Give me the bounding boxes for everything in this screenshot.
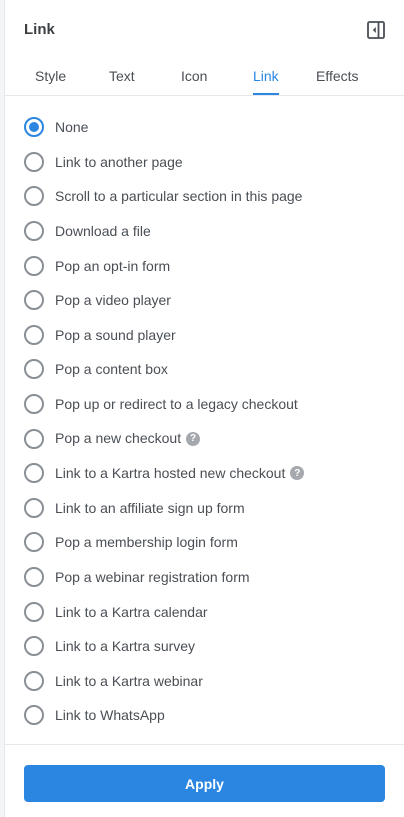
help-icon[interactable]: ? — [290, 466, 305, 481]
panel-title: Link — [24, 21, 55, 38]
link-option-text: Pop a membership login form — [55, 534, 238, 551]
radio-unchecked[interactable] — [24, 428, 44, 449]
link-option-text: Pop an opt-in form — [55, 257, 171, 274]
radio-unchecked[interactable] — [24, 705, 44, 726]
help-icon[interactable]: ? — [186, 431, 201, 446]
link-option-label: Pop a sound player — [55, 327, 176, 343]
link-option[interactable]: Pop up or redirect to a legacy checkout — [5, 387, 404, 422]
link-option[interactable]: None — [5, 110, 404, 145]
link-option[interactable]: Link to a Kartra survey — [5, 629, 404, 664]
tab-bar: Style Text Icon Link Effects — [5, 60, 404, 96]
link-option-text: Link to another page — [55, 153, 183, 170]
link-settings-panel: Link Style Text Icon Link Effects None Li… — [4, 0, 404, 817]
link-option-label: Pop up or redirect to a legacy checkout — [55, 396, 298, 412]
tab-text[interactable]: Text — [109, 68, 135, 93]
tab-effects[interactable]: Effects — [316, 68, 359, 93]
link-option-label: Link to a Kartra survey — [55, 638, 195, 654]
link-option-text: Link to a Kartra hosted new checkout — [55, 465, 286, 482]
link-option-label: Link to WhatsApp — [55, 707, 165, 723]
panel-footer: Apply — [5, 744, 404, 817]
link-option-label: Link to an affiliate sign up form — [55, 500, 245, 516]
link-option-label: Pop an opt-in form — [55, 258, 170, 274]
radio-unchecked[interactable] — [24, 151, 44, 172]
radio-checked[interactable] — [24, 117, 44, 138]
link-option-label: None — [55, 119, 88, 135]
radio-unchecked[interactable] — [24, 463, 44, 484]
link-type-options: None Link to another page Scroll to a part… — [5, 96, 404, 733]
link-option[interactable]: Pop a webinar registration form — [5, 560, 404, 595]
link-option[interactable]: Pop a content box — [5, 352, 404, 387]
link-option-label: Pop a webinar registration form — [55, 569, 250, 585]
radio-unchecked[interactable] — [24, 359, 44, 380]
link-option-label: Pop a video player — [55, 292, 171, 308]
radio-unchecked[interactable] — [24, 532, 44, 553]
radio-unchecked[interactable] — [24, 186, 44, 207]
link-option-text: Pop a content box — [55, 361, 168, 378]
link-option-label: Pop a new checkout? — [55, 430, 201, 447]
tab-icon[interactable]: Icon — [181, 68, 207, 93]
link-option[interactable]: Pop a membership login form — [5, 525, 404, 560]
radio-unchecked[interactable] — [24, 290, 44, 311]
link-option-label: Link to a Kartra webinar — [55, 673, 203, 689]
link-option-label: Download a file — [55, 223, 151, 239]
link-option-label: Scroll to a particular section in this p… — [55, 188, 302, 204]
link-option-text: Download a file — [55, 223, 151, 240]
link-option[interactable]: Link to a Kartra calendar — [5, 594, 404, 629]
link-option[interactable]: Link to WhatsApp — [5, 698, 404, 733]
link-option-label: Pop a content box — [55, 361, 168, 377]
link-option-text: Link to a Kartra webinar — [55, 672, 203, 689]
link-option[interactable]: Link to another page — [5, 145, 404, 180]
link-option-text: None — [55, 119, 89, 136]
radio-unchecked[interactable] — [24, 255, 44, 276]
link-option[interactable]: Download a file — [5, 214, 404, 249]
radio-unchecked[interactable] — [24, 221, 44, 242]
link-option[interactable]: Link to an affiliate sign up form — [5, 491, 404, 526]
link-option[interactable]: Scroll to a particular section in this p… — [5, 179, 404, 214]
radio-unchecked[interactable] — [24, 497, 44, 518]
radio-unchecked[interactable] — [24, 636, 44, 657]
apply-button[interactable]: Apply — [24, 765, 385, 802]
link-option-text: Pop up or redirect to a legacy checkout — [55, 396, 298, 413]
link-option[interactable]: Pop a new checkout? — [5, 421, 404, 456]
link-option[interactable]: Pop a video player — [5, 283, 404, 318]
link-option-text: Pop a sound player — [55, 326, 176, 343]
link-option-text: Link to a Kartra calendar — [55, 603, 208, 620]
link-option[interactable]: Pop a sound player — [5, 318, 404, 353]
link-option-label: Link to a Kartra hosted new checkout? — [55, 465, 305, 482]
tab-link[interactable]: Link — [253, 68, 279, 95]
panel-header: Link — [5, 0, 404, 60]
link-option-label: Pop a membership login form — [55, 534, 238, 550]
link-option-text: Pop a webinar registration form — [55, 569, 250, 586]
link-option-label: Link to another page — [55, 154, 183, 170]
link-option-text: Pop a new checkout — [55, 430, 182, 447]
radio-unchecked[interactable] — [24, 670, 44, 691]
link-option[interactable]: Link to a Kartra hosted new checkout? — [5, 456, 404, 491]
sidebar-collapse-icon[interactable] — [367, 21, 385, 39]
radio-unchecked[interactable] — [24, 394, 44, 415]
link-option-text: Scroll to a particular section in this p… — [55, 188, 303, 205]
link-option-text: Link to WhatsApp — [55, 707, 165, 724]
link-option[interactable]: Link to a Kartra webinar — [5, 664, 404, 699]
link-option-text: Link to a Kartra survey — [55, 638, 196, 655]
radio-unchecked[interactable] — [24, 324, 44, 345]
link-option-text: Pop a video player — [55, 292, 171, 309]
link-option-label: Link to a Kartra calendar — [55, 604, 208, 620]
radio-unchecked[interactable] — [24, 601, 44, 622]
tab-style[interactable]: Style — [35, 68, 66, 93]
link-option[interactable]: Pop an opt-in form — [5, 248, 404, 283]
radio-unchecked[interactable] — [24, 567, 44, 588]
link-option-text: Link to an affiliate sign up form — [55, 499, 245, 516]
